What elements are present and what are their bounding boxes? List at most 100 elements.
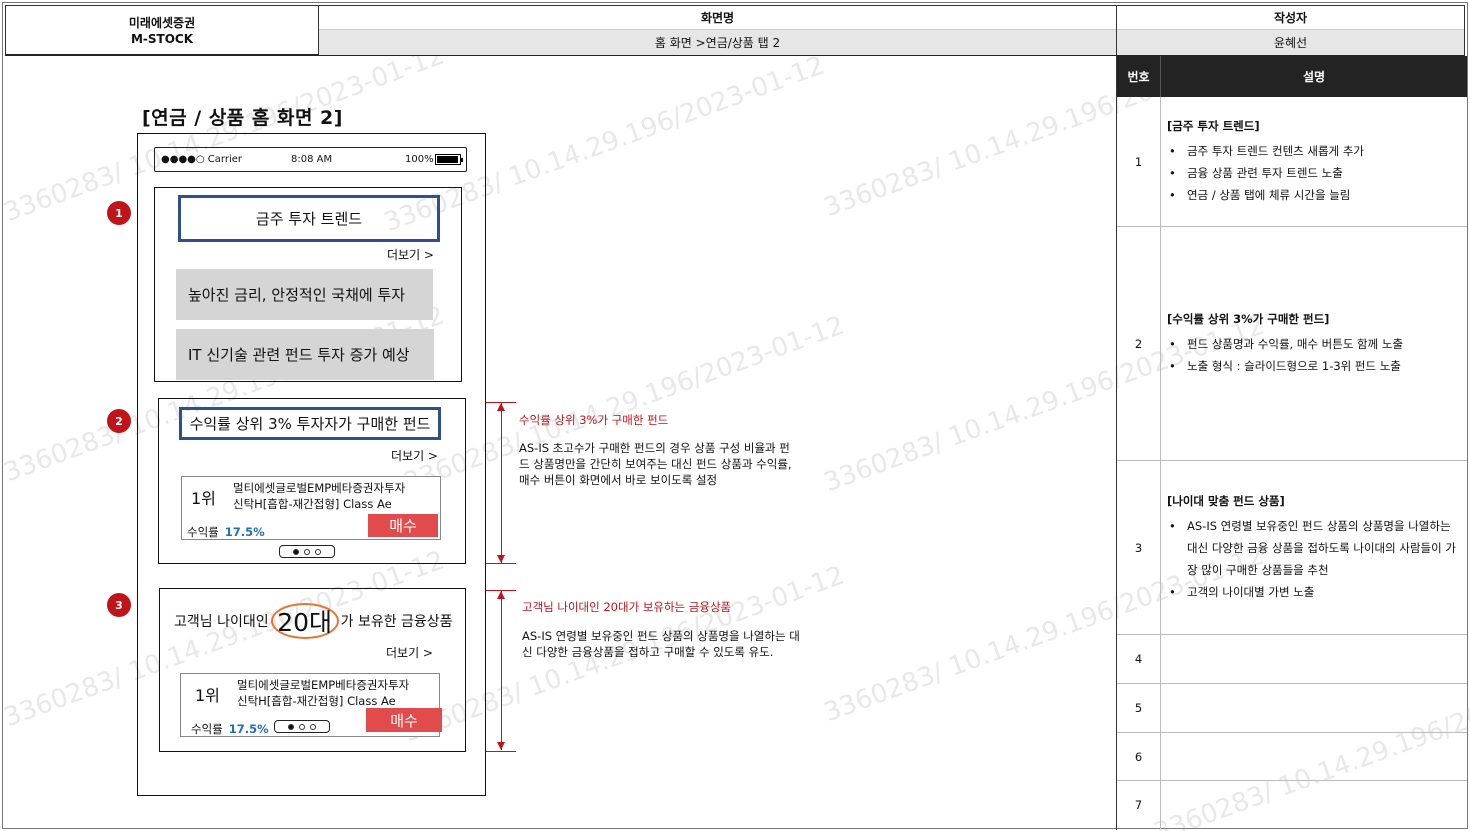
trend-section: 금주 투자 트렌드 더보기 > 높아진 금리, 안정적인 국채에 투자 IT 신…	[154, 187, 462, 382]
description-table: 번호 설명 1 [금주 투자 트렌드] 금주 투자 트렌드 컨텐츠 새롭게 추가…	[1116, 56, 1467, 830]
row-desc	[1161, 781, 1467, 829]
carousel-dot[interactable]	[299, 723, 305, 730]
carousel-indicator[interactable]	[274, 720, 330, 733]
row-title: [수익률 상위 3%가 구매한 펀드]	[1167, 311, 1330, 326]
row-title: [나이대 맞춤 펀드 상품]	[1167, 493, 1285, 508]
annotation-line: AS-IS 초고수가 구매한 펀드의 경우 상품 구성 비율과 펀	[519, 441, 790, 455]
company-cell: 미래에셋증권 M-STOCK	[6, 6, 319, 55]
buy-button[interactable]: 매수	[366, 708, 442, 732]
table-row: 5	[1117, 684, 1467, 733]
yield-label: 수익률	[187, 525, 219, 539]
fund-card[interactable]: 1위 멀티에셋글로벌EMP베타증권자투자 신탁H[흡합-재간접형] Class …	[181, 476, 441, 540]
row-number: 3	[1117, 461, 1161, 634]
author-name: 윤혜선	[1117, 30, 1464, 55]
battery-icon	[435, 154, 463, 165]
fund-name-line2: 신탁H[흡합-재간접형] Class Ae	[233, 497, 392, 511]
row-title: [금주 투자 트렌드]	[1167, 118, 1260, 133]
author-label: 작성자	[1117, 6, 1464, 30]
annotation-3-body: AS-IS 연령별 보유중인 펀드 상품의 상품명을 나열하는 대 신 다양한 …	[522, 628, 800, 660]
annotation-bracket	[497, 591, 505, 750]
table-row: 3 [나이대 맞춤 펀드 상품] AS-IS 연령별 보유중인 펀드 상품의 상…	[1117, 461, 1467, 635]
badge-1: 1	[107, 201, 131, 225]
table-row: 1 [금주 투자 트렌드] 금주 투자 트렌드 컨텐츠 새롭게 추가 금융 상품…	[1117, 97, 1467, 227]
annotation-line: 신 다양한 금융상품을 접하고 구매할 수 있도록 유도.	[522, 645, 774, 659]
fund-card[interactable]: 1위 멀티에셋글로벌EMP베타증권자투자 신탁H[흡합-재간접형] Class …	[180, 673, 442, 737]
row-number: 4	[1117, 635, 1161, 683]
fund-name-line1: 멀티에셋글로벌EMP베타증권자투자	[233, 481, 406, 495]
carrier-label: ●●●●○ Carrier	[161, 154, 243, 165]
row-desc: [나이대 맞춤 펀드 상품] AS-IS 연령별 보유중인 펀드 상품의 상품명…	[1161, 461, 1467, 634]
annotation-2-body: AS-IS 초고수가 구매한 펀드의 경우 상품 구성 비율과 펀 드 상품명만…	[519, 440, 792, 488]
row-number: 5	[1117, 684, 1161, 732]
annotation-line: 매수 버튼이 화면에서 바로 보이도록 설정	[519, 473, 718, 487]
fund-yield: 수익률 17.5%	[191, 721, 269, 737]
badge-3: 3	[107, 593, 131, 617]
row-number: 7	[1117, 781, 1161, 829]
row-number: 1	[1117, 97, 1161, 226]
carousel-dot[interactable]	[315, 548, 321, 555]
bullet-item: 노출 형식 : 슬라이드형으로 1-3위 펀드 노출	[1167, 355, 1461, 377]
badge-2: 2	[107, 409, 131, 433]
screen-label: 화면명	[319, 6, 1116, 30]
row-desc	[1161, 635, 1467, 683]
fund-name-line2: 신탁H[흡합-재간접형] Class Ae	[237, 694, 396, 708]
age-selector[interactable]: 20대	[270, 603, 339, 639]
carousel-dot[interactable]	[288, 723, 294, 730]
carousel-dot[interactable]	[293, 548, 299, 555]
company-name: 미래에셋증권	[128, 15, 196, 30]
row-number: 2	[1117, 227, 1161, 460]
annotation-tick	[486, 751, 516, 752]
top-fund-section: 수익률 상위 3% 투자자가 구매한 펀드 더보기 > 1위 멀티에셋글로벌EM…	[158, 398, 466, 564]
annotation-line: 드 상품명만을 간단히 보여주는 대신 펀드 상품과 수익률,	[519, 457, 792, 471]
bullet-list: 금주 투자 트렌드 컨텐츠 새롭게 추가 금융 상품 관련 투자 트렌드 노출 …	[1167, 140, 1461, 206]
buy-button[interactable]: 매수	[368, 514, 438, 537]
row-desc: [금주 투자 트렌드] 금주 투자 트렌드 컨텐츠 새롭게 추가 금융 상품 관…	[1161, 97, 1467, 226]
bullet-list: 펀드 상품명과 수익률, 매수 버튼도 함께 노출 노출 형식 : 슬라이드형으…	[1167, 333, 1461, 377]
trend-item[interactable]: IT 신기술 관련 펀드 투자 증가 예상	[176, 329, 434, 380]
trend-more-link[interactable]: 더보기 >	[387, 246, 434, 263]
table-row: 2 [수익률 상위 3%가 구매한 펀드] 펀드 상품명과 수익률, 매수 버튼…	[1117, 227, 1467, 461]
carousel-indicator[interactable]	[279, 545, 335, 558]
top-fund-more-link[interactable]: 더보기 >	[391, 447, 438, 464]
carousel-dot[interactable]	[304, 548, 310, 555]
bullet-item: AS-IS 연령별 보유중인 펀드 상품의 상품명을 나열하는 대신 다양한 금…	[1167, 515, 1461, 581]
bullet-item: 고객의 나이대별 가변 노출	[1167, 581, 1461, 603]
age-headline-post: 가 보유한 금융상품	[340, 614, 453, 630]
row-desc: [수익률 상위 3%가 구매한 펀드] 펀드 상품명과 수익률, 매수 버튼도 …	[1161, 227, 1467, 460]
bullet-item: 펀드 상품명과 수익률, 매수 버튼도 함께 노출	[1167, 333, 1461, 355]
col-desc-header: 설명	[1302, 70, 1326, 84]
table-row: 6	[1117, 733, 1467, 781]
annotation-2-title: 수익률 상위 3%가 구매한 펀드	[519, 413, 669, 427]
row-desc	[1161, 733, 1467, 780]
row-desc	[1161, 684, 1467, 732]
canvas-title: [연금 / 상품 홈 화면 2]	[142, 107, 343, 129]
fund-name-line1: 멀티에셋글로벌EMP베타증권자투자	[237, 678, 410, 692]
screen-cell: 화면명 홈 화면 >연금/상품 탭 2	[319, 6, 1117, 55]
age-headline: 고객님 나이대인 20대 가 보유한 금융상품	[174, 603, 453, 639]
fund-rank: 1위	[191, 489, 216, 508]
bullet-item: 금융 상품 관련 투자 트렌드 노출	[1167, 162, 1461, 184]
screen-path: 홈 화면 >연금/상품 탭 2	[319, 30, 1116, 55]
author-cell: 작성자 윤혜선	[1117, 6, 1464, 55]
annotation-3-title: 고객님 나이대인 20대가 보유하는 금융상품	[522, 600, 732, 614]
fund-yield: 수익률 17.5%	[187, 524, 265, 540]
table-header: 번호 설명	[1117, 56, 1467, 97]
yield-value: 17.5%	[228, 722, 269, 736]
table-row: 4	[1117, 635, 1467, 684]
row-number: 6	[1117, 733, 1161, 780]
bullet-list: AS-IS 연령별 보유중인 펀드 상품의 상품명을 나열하는 대신 다양한 금…	[1167, 515, 1461, 603]
table-row: 7	[1117, 781, 1467, 829]
app-name: M-STOCK	[130, 31, 194, 46]
annotation-tick	[486, 563, 516, 564]
yield-label: 수익률	[191, 722, 223, 736]
battery-percent: 100%	[405, 154, 434, 165]
trend-item[interactable]: 높아진 금리, 안정적인 국채에 투자	[176, 269, 433, 320]
top-fund-title: 수익률 상위 3% 투자자가 구매한 펀드	[179, 407, 441, 440]
trend-title: 금주 투자 트렌드	[178, 195, 440, 242]
phone-mockup: ●●●●○ Carrier 8:08 AM 100% 금주 투자 트렌드 더보기…	[137, 133, 486, 796]
bullet-item: 연금 / 상품 탭에 체류 시간을 늘림	[1167, 184, 1461, 206]
carousel-dot[interactable]	[310, 723, 316, 730]
col-number-header: 번호	[1117, 56, 1161, 97]
yield-value: 17.5%	[224, 525, 265, 539]
age-more-link[interactable]: 더보기 >	[386, 644, 433, 661]
